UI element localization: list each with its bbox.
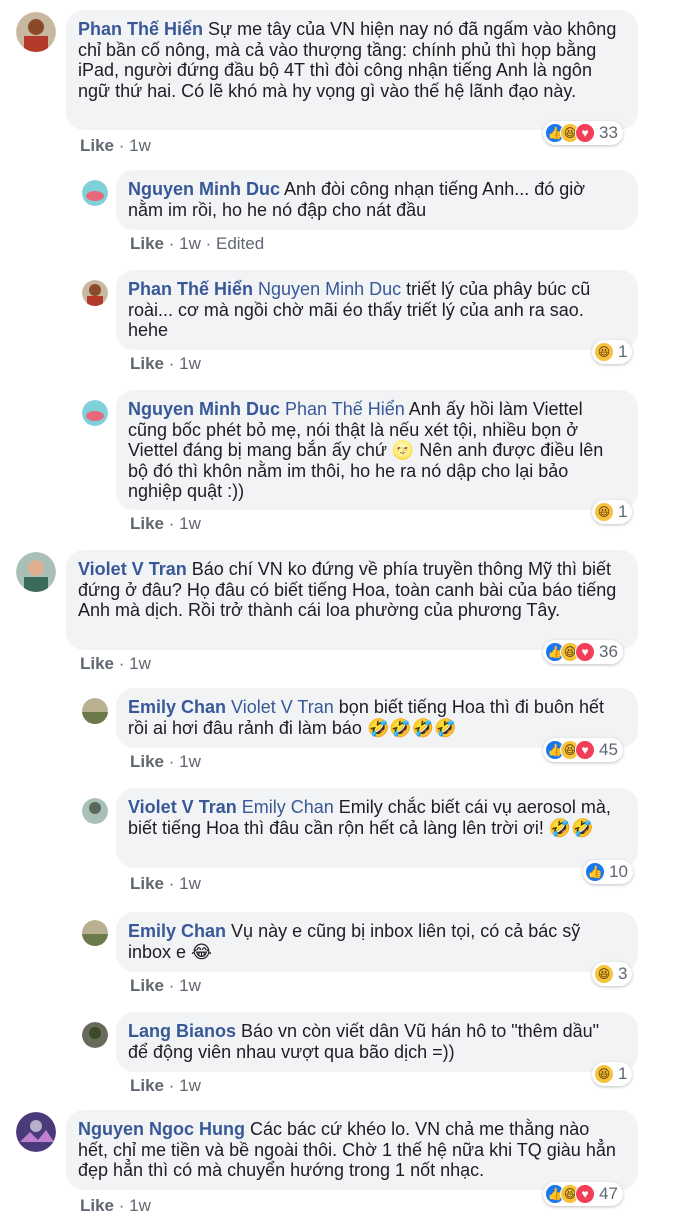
comment-actions: Like · 1w [80,1196,151,1215]
reaction-summary[interactable]: 👍 😆 ♥ 33 [543,121,623,145]
love-reaction-icon: ♥ [575,1184,595,1204]
avatar[interactable] [82,798,108,824]
mention-link[interactable]: Emily Chan [242,797,334,817]
like-link[interactable]: Like [80,654,114,673]
timestamp[interactable]: 1w [179,874,201,893]
mention-link[interactable]: Nguyen Minh Duc [258,279,401,299]
comment-author[interactable]: Violet V Tran [78,559,187,579]
reaction-count: 10 [609,862,628,881]
love-reaction-icon: ♥ [575,123,595,143]
avatar[interactable] [82,280,108,306]
comment-author[interactable]: Nguyen Ngoc Hung [78,1119,245,1139]
like-link[interactable]: Like [130,1076,164,1095]
reaction-count: 1 [618,342,628,361]
comment-bubble: Phan Thế Hiển Nguyen Minh Duc triết lý c… [116,270,638,350]
comment-bubble: Nguyen Ngoc Hung Các bác cứ khéo lo. VN … [66,1110,638,1190]
comment-actions: Like · 1w [130,752,201,771]
like-link[interactable]: Like [130,976,164,995]
reaction-summary[interactable]: 😆 3 [592,962,633,986]
comment-actions: Like · 1w [130,1076,201,1095]
timestamp[interactable]: 1w [179,1076,201,1095]
reaction-summary[interactable]: 👍 😆 ♥ 45 [543,738,623,762]
comment-actions: Like · 1w [80,654,151,673]
like-link[interactable]: Like [80,1196,114,1215]
like-reaction-icon: 👍 [585,862,605,882]
haha-reaction-icon: 😆 [594,1064,614,1084]
avatar[interactable] [82,180,108,206]
comment-actions: Like · 1w · Edited [130,234,265,253]
comment-author[interactable]: Emily Chan [128,921,226,941]
mention-link[interactable]: Violet V Tran [231,697,334,717]
reaction-summary[interactable]: 😆 1 [592,500,633,524]
comment-bubble: Lang Bianos Báo vn còn viết dân Vũ hán h… [116,1012,638,1072]
haha-reaction-icon: 😆 [594,342,614,362]
like-link[interactable]: Like [130,354,164,373]
timestamp[interactable]: 1w [179,976,201,995]
reaction-count: 1 [618,1064,628,1083]
comment-bubble: Violet V Tran Emily Chan Emily chắc biết… [116,788,638,868]
reaction-count: 47 [599,1184,618,1203]
comment-bubble: Nguyen Minh Duc Phan Thế Hiển Anh ấy hồi… [116,390,638,510]
reaction-count: 36 [599,642,618,661]
like-link[interactable]: Like [130,514,164,533]
comment-actions: Like · 1w [130,354,201,373]
reaction-count: 3 [618,964,628,983]
love-reaction-icon: ♥ [575,740,595,760]
comment-author[interactable]: Emily Chan [128,697,226,717]
comment-actions: Like · 1w [130,514,201,533]
timestamp[interactable]: 1w [129,654,151,673]
reaction-count: 33 [599,123,618,142]
timestamp[interactable]: 1w [129,1196,151,1215]
reaction-summary[interactable]: 😆 1 [592,1062,633,1086]
haha-reaction-icon: 😆 [594,502,614,522]
like-link[interactable]: Like [130,874,164,893]
haha-reaction-icon: 😆 [594,964,614,984]
comment-bubble: Nguyen Minh Duc Anh đòi công nhạn tiếng … [116,170,638,230]
avatar[interactable] [82,920,108,946]
comment-actions: Like · 1w [80,136,151,155]
timestamp[interactable]: 1w [129,136,151,155]
timestamp[interactable]: 1w [179,514,201,533]
timestamp[interactable]: 1w [179,752,201,771]
avatar[interactable] [82,1022,108,1048]
like-link[interactable]: Like [80,136,114,155]
reaction-summary[interactable]: 👍 😆 ♥ 36 [543,640,623,664]
mention-link[interactable]: Phan Thế Hiển [285,399,405,419]
comment-actions: Like · 1w [130,874,201,893]
avatar[interactable] [16,1112,56,1152]
comment-author[interactable]: Lang Bianos [128,1021,236,1041]
avatar[interactable] [82,400,108,426]
like-link[interactable]: Like [130,752,164,771]
love-reaction-icon: ♥ [575,642,595,662]
avatar[interactable] [16,552,56,592]
like-link[interactable]: Like [130,234,164,253]
edited-label[interactable]: Edited [216,234,264,253]
reaction-summary[interactable]: 👍 10 [583,860,633,884]
comment-bubble: Emily Chan Vụ này e cũng bị inbox liên t… [116,912,638,972]
reaction-summary[interactable]: 👍 😆 ♥ 47 [543,1182,623,1206]
comment-actions: Like · 1w [130,976,201,995]
comment-bubble: Violet V Tran Báo chí VN ko đứng về phía… [66,550,638,650]
avatar[interactable] [16,12,56,52]
comment-author[interactable]: Phan Thế Hiển [128,279,253,299]
comment-author[interactable]: Phan Thế Hiển [78,19,203,39]
reaction-count: 1 [618,502,628,521]
timestamp[interactable]: 1w [179,354,201,373]
timestamp[interactable]: 1w [179,234,201,253]
comment-bubble: Phan Thế Hiển Sự me tây của VN hiện nay … [66,10,638,130]
reaction-summary[interactable]: 😆 1 [592,340,633,364]
comment-author[interactable]: Nguyen Minh Duc [128,179,280,199]
avatar[interactable] [82,698,108,724]
comment-author[interactable]: Nguyen Minh Duc [128,399,280,419]
reaction-count: 45 [599,740,618,759]
comment-author[interactable]: Violet V Tran [128,797,237,817]
